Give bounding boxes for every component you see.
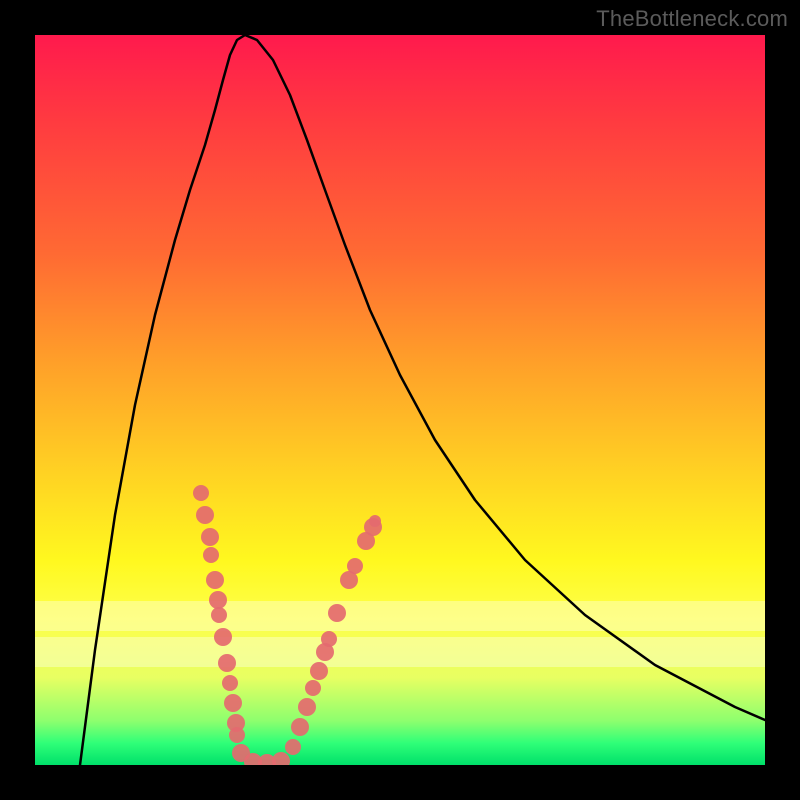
curve-line — [80, 35, 765, 765]
marker-dot — [321, 631, 337, 647]
marker-dot — [310, 662, 328, 680]
marker-dot — [305, 680, 321, 696]
chart-svg — [35, 35, 765, 765]
marker-dot — [272, 752, 290, 765]
marker-dot — [328, 604, 346, 622]
marker-dot — [229, 727, 245, 743]
marker-dot — [206, 571, 224, 589]
marker-dot — [347, 558, 363, 574]
chart-plot-area — [35, 35, 765, 765]
marker-dot — [222, 675, 238, 691]
marker-dot — [285, 739, 301, 755]
chart-frame: TheBottleneck.com — [0, 0, 800, 800]
marker-dot — [196, 506, 214, 524]
marker-dot — [203, 547, 219, 563]
marker-dot — [291, 718, 309, 736]
marker-dot — [369, 515, 381, 527]
marker-dot — [201, 528, 219, 546]
marker-dot — [218, 654, 236, 672]
watermark-text: TheBottleneck.com — [596, 6, 788, 32]
marker-dot — [298, 698, 316, 716]
marker-dot — [211, 607, 227, 623]
marker-dot — [209, 591, 227, 609]
marker-dot — [224, 694, 242, 712]
marker-dot — [193, 485, 209, 501]
marker-dot — [214, 628, 232, 646]
marker-group — [193, 485, 382, 765]
